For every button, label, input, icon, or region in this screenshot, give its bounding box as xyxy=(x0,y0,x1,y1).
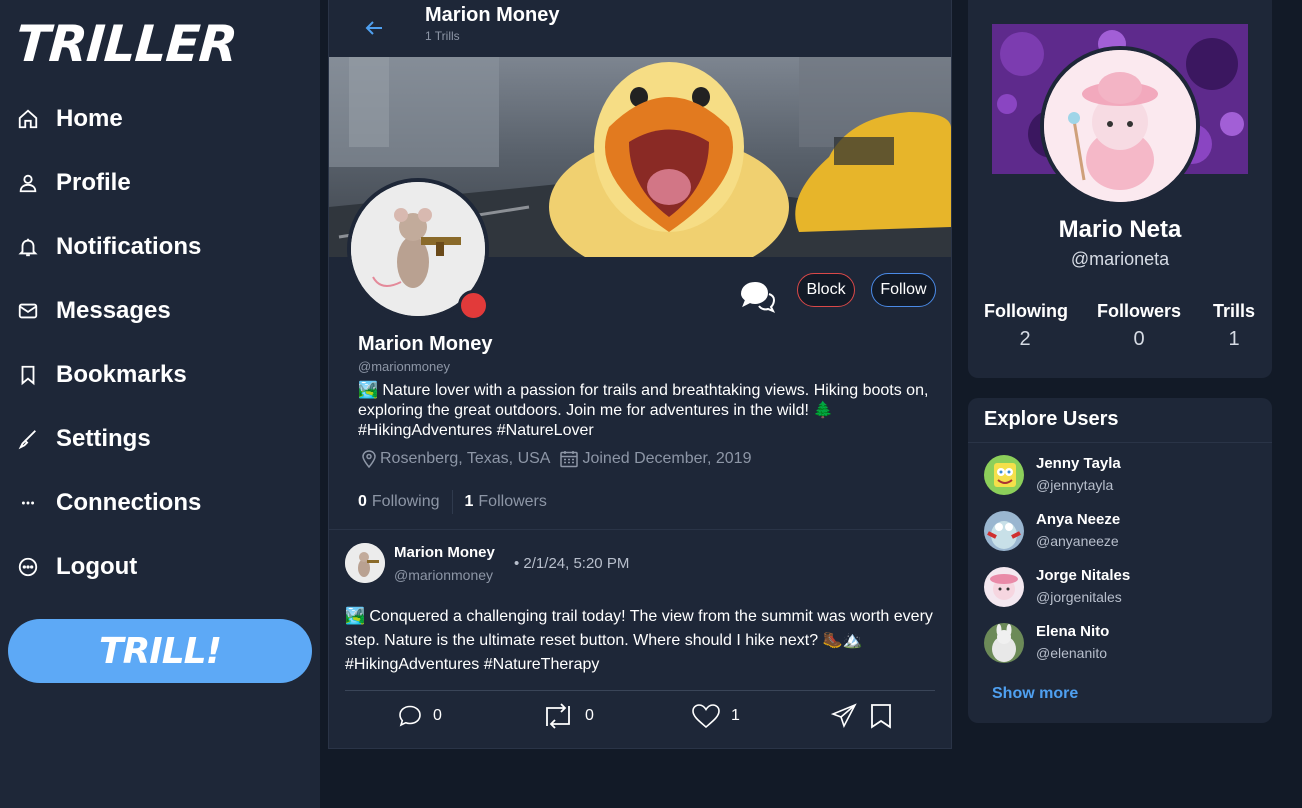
like-count: 1 xyxy=(731,707,740,724)
ellipsis-icon xyxy=(16,491,40,515)
reply-button[interactable]: 0 xyxy=(397,701,442,731)
home-icon xyxy=(16,107,40,131)
current-user-handle: @marioneta xyxy=(1070,249,1170,269)
user-avatar xyxy=(984,455,1024,495)
post-author-name[interactable]: Marion Money xyxy=(394,544,495,561)
sidebar-item-label: Bookmarks xyxy=(56,361,187,388)
back-arrow-icon[interactable] xyxy=(362,16,386,40)
explore-user-item[interactable]: Anya Neeze @anyaneeze xyxy=(984,511,1264,559)
app-logo[interactable]: TRILLER xyxy=(14,14,239,74)
stat-following[interactable]: Following 2 xyxy=(984,301,1068,351)
comment-icon xyxy=(399,705,421,727)
explore-user-item[interactable]: Elena Nito @elenanito xyxy=(984,623,1264,671)
sidebar-item-settings[interactable]: Settings xyxy=(16,419,151,459)
divider xyxy=(345,690,935,691)
user-handle: @anyaneeze xyxy=(1036,533,1119,549)
count-divider xyxy=(451,490,453,514)
profile-follow-counts: 0 Following 1 Followers xyxy=(358,490,547,514)
chat-bubbles-icon[interactable] xyxy=(739,278,776,314)
explore-users-card: Explore Users Jenny Tayla @jennytayla An… xyxy=(968,398,1272,723)
sidebar-item-label: Logout xyxy=(56,553,138,580)
profile-location: Rosenberg, Texas, USA xyxy=(380,450,551,467)
location-pin-icon xyxy=(362,450,376,468)
explore-user-item[interactable]: Jenny Tayla @jennytayla xyxy=(984,455,1264,503)
user-avatar xyxy=(984,623,1024,663)
sidebar-item-notifications[interactable]: Notifications xyxy=(16,227,201,267)
post-author-handle[interactable]: @marionmoney xyxy=(394,567,493,583)
send-icon xyxy=(831,703,857,729)
calendar-icon xyxy=(560,450,579,468)
post-text: 🏞️ Conquered a challenging trail today! … xyxy=(345,608,933,673)
trill-compose-button[interactable]: TRILL! xyxy=(8,619,312,683)
retrill-button[interactable]: 0 xyxy=(541,701,594,731)
profile-name: Marion Money xyxy=(358,333,493,355)
show-more-link[interactable]: Show more xyxy=(992,685,1078,703)
divider xyxy=(968,442,1272,443)
share-button[interactable] xyxy=(831,701,867,731)
profile-joined-date: Joined December, 2019 xyxy=(582,450,752,467)
bookmark-icon xyxy=(16,363,40,387)
retrill-count: 0 xyxy=(585,707,594,724)
sidebar-item-logout[interactable]: Logout xyxy=(16,547,137,587)
profile-column: Marion Money 1 Trills Block Follow Mario… xyxy=(328,0,952,749)
profile-meta: Rosenberg, Texas, USA Joined December, 2… xyxy=(362,450,751,468)
header-title: Marion Money xyxy=(425,4,560,26)
reply-count: 0 xyxy=(433,707,442,724)
heart-icon xyxy=(692,704,720,729)
sidebar-item-label: Messages xyxy=(56,297,171,324)
logout-icon xyxy=(16,555,40,579)
sidebar-item-bookmarks[interactable]: Bookmarks xyxy=(16,355,187,395)
explore-user-item[interactable]: Jorge Nitales @jorgenitales xyxy=(984,567,1264,615)
current-user-name: Mario Neta xyxy=(1058,216,1182,243)
profile-handle: @marionmoney xyxy=(358,359,450,374)
follow-button[interactable]: Follow xyxy=(871,273,936,307)
profile-bio: 🏞️ Nature lover with a passion for trail… xyxy=(358,382,929,439)
post-timestamp: • 2/1/24, 5:20 PM xyxy=(514,555,630,572)
user-handle: @jennytayla xyxy=(1036,477,1114,493)
sidebar-item-home[interactable]: Home xyxy=(16,99,123,139)
brush-icon xyxy=(16,427,40,451)
block-button[interactable]: Block xyxy=(797,273,855,307)
bookmark-button[interactable] xyxy=(870,701,902,731)
sidebar-item-label: Home xyxy=(56,105,123,132)
user-icon xyxy=(16,171,40,195)
user-avatar xyxy=(984,567,1024,607)
user-name: Jenny Tayla xyxy=(1036,455,1121,472)
user-name: Jorge Nitales xyxy=(1036,567,1131,584)
sidebar-item-label: Connections xyxy=(56,489,202,516)
retrill-icon xyxy=(546,703,570,729)
profile-header: Marion Money 1 Trills xyxy=(329,0,951,57)
bookmark-icon xyxy=(871,704,891,729)
mail-icon xyxy=(16,299,40,323)
divider xyxy=(329,529,951,530)
current-user-avatar[interactable] xyxy=(1040,46,1200,206)
online-status-dot xyxy=(458,290,489,321)
sidebar-item-connections[interactable]: Connections xyxy=(16,483,201,523)
following-link[interactable]: 0 Following xyxy=(358,493,440,511)
stat-trills[interactable]: Trills 1 xyxy=(1208,301,1260,351)
stat-followers[interactable]: Followers 0 xyxy=(1094,301,1184,351)
post-author-avatar[interactable] xyxy=(345,543,385,583)
sidebar: TRILLER Home Profile Notifications Messa… xyxy=(0,0,320,808)
user-avatar xyxy=(984,511,1024,551)
bell-icon xyxy=(16,235,40,259)
sidebar-item-label: Notifications xyxy=(56,233,202,260)
user-handle: @elenanito xyxy=(1036,645,1108,661)
header-trill-count: 1 Trills xyxy=(425,29,460,43)
user-handle: @jorgenitales xyxy=(1036,589,1122,605)
sidebar-item-label: Settings xyxy=(56,425,151,452)
user-name: Elena Nito xyxy=(1036,623,1110,640)
user-name: Anya Neeze xyxy=(1036,511,1121,528)
current-user-card: Mario Neta @marioneta Following 2 Follow… xyxy=(968,0,1272,378)
explore-title: Explore Users xyxy=(984,408,1119,430)
like-button[interactable]: 1 xyxy=(691,701,740,731)
sidebar-item-label: Profile xyxy=(56,169,131,196)
trill-button-label: TRILL! xyxy=(99,630,222,672)
followers-link[interactable]: 1 Followers xyxy=(465,493,547,511)
sidebar-item-profile[interactable]: Profile xyxy=(16,163,131,203)
sidebar-item-messages[interactable]: Messages xyxy=(16,291,171,331)
